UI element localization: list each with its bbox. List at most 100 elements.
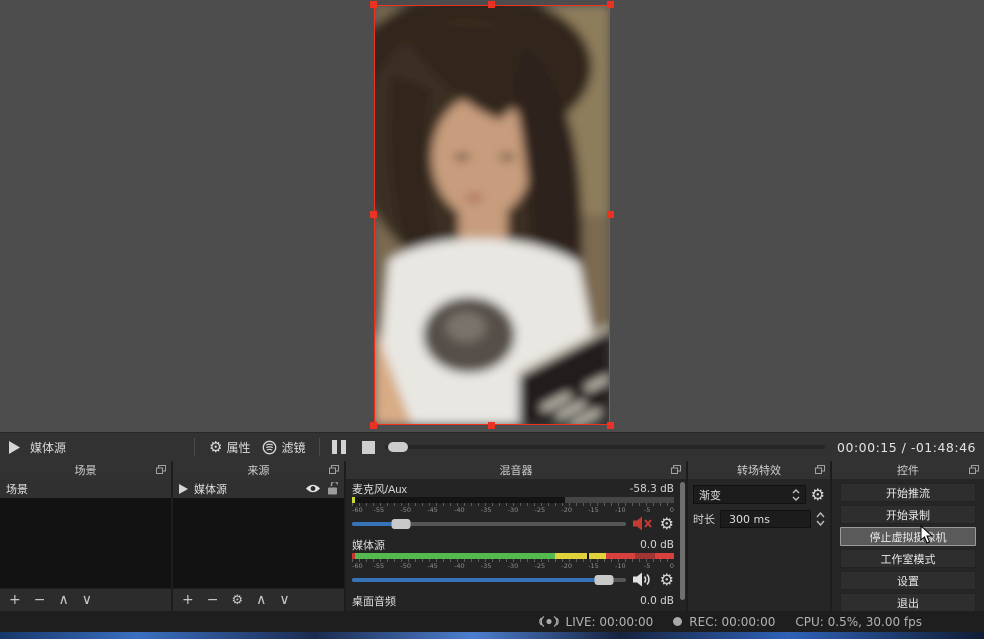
unlock-icon[interactable]	[327, 482, 338, 495]
tick-label: -25	[535, 506, 546, 514]
speaker-icon[interactable]	[633, 572, 653, 587]
properties-button[interactable]: ⚙ 属性	[209, 439, 250, 456]
panel-popout-icon[interactable]	[329, 465, 339, 474]
start-recording-button[interactable]: 开始录制	[840, 505, 976, 524]
add-source-button[interactable]: +	[182, 593, 194, 607]
transition-settings-gear-icon[interactable]: ⚙	[811, 487, 825, 503]
visibility-eye-icon[interactable]	[305, 483, 321, 494]
properties-label: 属性	[226, 439, 250, 456]
tick-label: -55	[374, 562, 385, 570]
media-source-indicator: 媒体源	[8, 439, 186, 456]
media-time-display: 00:00:15 / -01:48:46	[837, 440, 976, 455]
video-source-selected[interactable]	[374, 5, 610, 425]
remove-source-button[interactable]: −	[207, 593, 219, 607]
media-source-label: 媒体源	[30, 439, 66, 456]
source-list-item[interactable]: 媒体源	[173, 479, 344, 498]
stop-virtual-camera-button[interactable]: 停止虚拟摄像机	[840, 527, 976, 546]
broadcast-icon	[539, 615, 559, 628]
meter-scale: -60-55-50-45-40-35-30-25-20-15-10-50	[352, 559, 674, 570]
channel-db-value: 0.0 dB	[640, 539, 674, 551]
docks-row: 场景 场景 + − ∧ ∨ 来源	[0, 461, 984, 611]
scene-move-up-button[interactable]: ∧	[58, 593, 68, 607]
transitions-panel-header: 转场特效	[688, 461, 830, 479]
filter-icon	[262, 440, 277, 455]
scenes-toolbar: + − ∧ ∨	[0, 588, 171, 611]
mixer-scrollbar[interactable]	[680, 482, 685, 600]
mixer-channel-media: 媒体源 0.0 dB -60-55-50-45-40-35-30-25-20-1…	[352, 538, 674, 589]
resize-handle-middle-right[interactable]	[607, 211, 614, 218]
mixer-body: 麦克风/Aux -58.3 dB -60-55-50-45-40-35-30-2…	[346, 479, 686, 611]
tick-label: -15	[588, 562, 599, 570]
tick-label: -30	[508, 506, 519, 514]
tick-label: -40	[454, 562, 465, 570]
toolbar-divider	[319, 438, 320, 456]
live-time: LIVE: 00:00:00	[566, 615, 654, 629]
source-move-up-button[interactable]: ∧	[256, 593, 266, 607]
mixer-channel-mic: 麦克风/Aux -58.3 dB -60-55-50-45-40-35-30-2…	[352, 482, 674, 533]
tick-label: -60	[352, 562, 363, 570]
tick-label: -15	[588, 506, 599, 514]
resize-handle-top-right[interactable]	[607, 1, 614, 8]
scene-list-item[interactable]: 场景	[0, 479, 171, 498]
exit-button[interactable]: 退出	[840, 593, 976, 612]
sources-list: 媒体源	[173, 479, 344, 588]
seek-handle[interactable]	[388, 442, 408, 452]
tick-label: -10	[615, 562, 626, 570]
volume-slider-handle[interactable]	[392, 519, 411, 529]
add-scene-button[interactable]: +	[9, 593, 21, 607]
spin-down-icon[interactable]	[816, 520, 825, 526]
settings-button[interactable]: 设置	[840, 571, 976, 590]
duration-input[interactable]: 300 ms	[720, 510, 811, 528]
panel-popout-icon[interactable]	[815, 465, 825, 474]
channel-db-value: -58.3 dB	[630, 483, 674, 495]
channel-settings-gear-icon[interactable]: ⚙	[660, 516, 674, 532]
tick-label: -25	[535, 562, 546, 570]
volume-slider-handle[interactable]	[594, 575, 613, 585]
channel-settings-gear-icon[interactable]: ⚙	[660, 572, 674, 588]
sources-title: 来源	[248, 462, 270, 478]
studio-mode-button[interactable]: 工作室模式	[840, 549, 976, 568]
transitions-title: 转场特效	[737, 462, 781, 478]
scene-move-down-button[interactable]: ∨	[82, 593, 92, 607]
sources-panel: 来源 媒体源	[173, 461, 344, 611]
preview-canvas[interactable]	[0, 0, 984, 432]
source-item-label: 媒体源	[194, 481, 227, 497]
sources-toolbar: + − ⚙ ∧ ∨	[173, 588, 344, 611]
source-move-down-button[interactable]: ∨	[279, 593, 289, 607]
panel-popout-icon[interactable]	[671, 465, 681, 474]
tick-label: -30	[508, 562, 519, 570]
tick-label: -50	[400, 562, 411, 570]
stop-button[interactable]	[362, 441, 375, 454]
tick-label: -50	[400, 506, 411, 514]
filters-button[interactable]: 滤镜	[262, 439, 305, 456]
source-properties-gear-icon[interactable]: ⚙	[231, 594, 243, 607]
tick-label: -55	[374, 506, 385, 514]
start-streaming-button[interactable]: 开始推流	[840, 483, 976, 502]
live-status: LIVE: 00:00:00	[539, 615, 654, 629]
transition-select[interactable]: 渐变	[693, 485, 806, 504]
mixer-title: 混音器	[500, 462, 533, 478]
mute-speaker-icon[interactable]	[633, 516, 653, 531]
select-chevrons-icon	[792, 489, 800, 501]
duration-spinner[interactable]	[816, 512, 825, 526]
resize-handle-middle-left[interactable]	[370, 211, 377, 218]
scenes-list: 场景	[0, 479, 171, 588]
tick-label: 0	[670, 562, 674, 570]
resize-handle-bottom-middle[interactable]	[488, 422, 495, 429]
tick-label: -45	[427, 562, 438, 570]
tick-label: -10	[615, 506, 626, 514]
pause-button[interactable]	[332, 440, 346, 454]
volume-slider[interactable]	[352, 578, 626, 582]
controls-panel: 控件 开始推流 开始录制 停止虚拟摄像机 工作室模式 设置 退出	[832, 461, 984, 611]
panel-popout-icon[interactable]	[969, 465, 979, 474]
volume-slider[interactable]	[352, 522, 626, 526]
resize-handle-top-left[interactable]	[370, 1, 377, 8]
channel-name: 桌面音频	[352, 593, 396, 609]
seek-slider[interactable]	[385, 445, 825, 449]
spin-up-icon[interactable]	[816, 512, 825, 518]
resize-handle-top-middle[interactable]	[488, 1, 495, 8]
remove-scene-button[interactable]: −	[34, 593, 46, 607]
resize-handle-bottom-left[interactable]	[370, 422, 377, 429]
panel-popout-icon[interactable]	[156, 465, 166, 474]
resize-handle-bottom-right[interactable]	[607, 422, 614, 429]
